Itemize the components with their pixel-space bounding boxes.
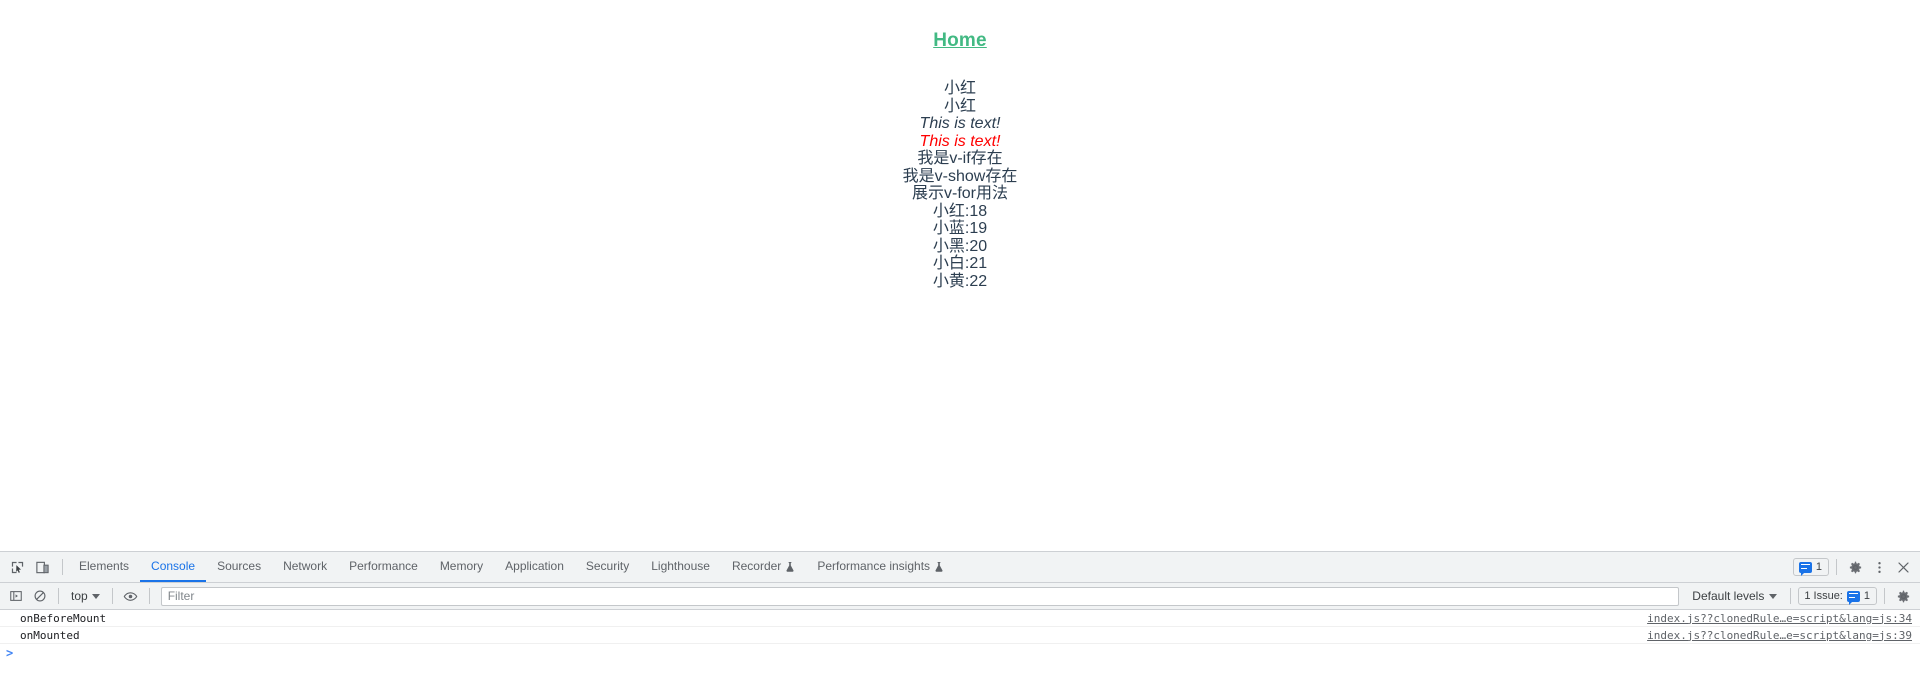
demo-content-block: 小红 小红 This is text! This is text! 我是v-if… xyxy=(0,80,1920,290)
tab-application[interactable]: Application xyxy=(494,552,575,582)
console-source-link[interactable]: index.js??clonedRule…e=script&lang=js:34 xyxy=(1647,612,1912,625)
tab-label: Application xyxy=(505,559,564,573)
console-message-row[interactable]: onBeforeMount index.js??clonedRule…e=scr… xyxy=(0,610,1920,627)
tab-label: Performance insights xyxy=(817,559,931,573)
toolbar-divider xyxy=(1836,559,1837,575)
console-sidebar-icon[interactable] xyxy=(5,585,27,607)
v-for-list: 小红:18 小蓝:19 小黑:20 小白:21 小黄:22 xyxy=(0,203,1920,291)
tab-label: Console xyxy=(151,559,196,573)
tab-performance-insights[interactable]: Performance insights xyxy=(806,552,955,582)
tab-lighthouse[interactable]: Lighthouse xyxy=(640,552,721,582)
tab-elements[interactable]: Elements xyxy=(68,552,140,582)
devtools-right-tools: 1 xyxy=(1792,552,1920,582)
text-line-v-for-title: 展示v-for用法 xyxy=(911,185,1008,202)
list-item: 小黑:20 xyxy=(932,237,988,255)
flask-icon xyxy=(785,561,795,573)
tab-label: Network xyxy=(283,559,328,573)
prompt-chevron-icon: > xyxy=(6,646,14,660)
tab-performance[interactable]: Performance xyxy=(338,552,429,582)
tab-label: Security xyxy=(585,559,630,573)
toolbar-divider xyxy=(58,588,59,604)
devtools-tab-list: Elements Console Sources Network Perform… xyxy=(68,552,1793,582)
messages-badge[interactable]: 1 xyxy=(1792,558,1829,576)
text-line-name-2: 小红 xyxy=(943,97,976,115)
list-item: 小蓝:19 xyxy=(932,220,988,237)
tab-label: Elements xyxy=(79,559,130,573)
tab-label: Performance xyxy=(349,559,418,573)
console-prompt-input[interactable] xyxy=(13,644,1920,662)
console-filter-input[interactable] xyxy=(160,586,1680,606)
tab-recorder[interactable]: Recorder xyxy=(721,552,806,582)
toolbar-divider xyxy=(1790,588,1792,604)
speech-bubble-icon xyxy=(1846,590,1860,605)
issues-label: 1 Issue: xyxy=(1804,590,1843,602)
speech-bubble-icon xyxy=(1798,561,1812,576)
device-toolbar-icon[interactable] xyxy=(31,556,53,578)
messages-badge-count: 1 xyxy=(1815,561,1822,573)
tab-security[interactable]: Security xyxy=(575,552,640,582)
text-line-v-if: 我是v-if存在 xyxy=(917,150,1003,167)
list-item: 小黄:22 xyxy=(932,272,988,290)
tab-memory[interactable]: Memory xyxy=(429,552,494,582)
console-message-list[interactable]: onBeforeMount index.js??clonedRule…e=scr… xyxy=(0,610,1920,674)
kebab-menu-icon[interactable] xyxy=(1868,556,1890,578)
tab-console[interactable]: Console xyxy=(140,552,207,582)
text-line-italic: This is text! xyxy=(919,115,1001,132)
navigation-bar: Home xyxy=(0,20,1920,60)
console-source-link[interactable]: index.js??clonedRule…e=script&lang=js:39 xyxy=(1647,629,1912,642)
flask-icon xyxy=(934,561,944,573)
list-item: 小白:21 xyxy=(932,255,988,272)
browser-window: Home 小红 小红 This is text! This is text! 我… xyxy=(0,0,1920,674)
clear-console-icon[interactable] xyxy=(29,585,51,607)
list-item: 小红:18 xyxy=(932,202,988,220)
toolbar-divider xyxy=(1884,588,1885,604)
page-viewport: Home 小红 小红 This is text! This is text! 我… xyxy=(0,0,1920,551)
console-settings-gear-icon[interactable] xyxy=(1892,585,1914,607)
console-prompt-row[interactable]: > xyxy=(0,644,1920,662)
tab-label: Memory xyxy=(439,559,484,573)
issues-button[interactable]: 1 Issue: 1 xyxy=(1798,587,1877,605)
tab-label: Recorder xyxy=(731,559,782,573)
devtools-panel: Elements Console Sources Network Perform… xyxy=(0,551,1920,674)
toolbar-divider xyxy=(111,588,113,604)
devtools-left-tools xyxy=(0,552,57,582)
log-levels-label: Default levels xyxy=(1692,589,1765,603)
devtools-tabbar: Elements Console Sources Network Perform… xyxy=(0,552,1920,583)
nav-link-home[interactable]: Home xyxy=(933,30,987,51)
log-levels-selector[interactable]: Default levels xyxy=(1686,588,1783,604)
toolbar-divider xyxy=(62,559,63,575)
vue-app-root: Home 小红 小红 This is text! This is text! 我… xyxy=(0,0,1920,290)
gear-icon[interactable] xyxy=(1844,556,1866,578)
text-line-v-show: 我是v-show存在 xyxy=(902,167,1018,185)
issues-count: 1 xyxy=(1863,590,1870,602)
console-message-row[interactable]: onMounted index.js??clonedRule…e=script&… xyxy=(0,627,1920,644)
console-toolbar: top Default levels 1 Issue: 1 xyxy=(0,583,1920,610)
tab-sources[interactable]: Sources xyxy=(206,552,272,582)
console-message-text: onMounted xyxy=(20,628,80,642)
live-expression-icon[interactable] xyxy=(120,585,142,607)
text-line-name-1: 小红 xyxy=(943,80,976,97)
text-line-italic-red: This is text! xyxy=(919,132,1001,150)
chevron-down-icon xyxy=(91,593,100,599)
chevron-down-icon xyxy=(1769,593,1778,599)
toolbar-divider xyxy=(148,588,150,604)
tab-label: Lighthouse xyxy=(651,559,710,573)
execution-context-selector[interactable]: top xyxy=(66,588,105,604)
execution-context-label: top xyxy=(71,589,88,603)
console-message-text: onBeforeMount xyxy=(20,611,107,625)
tab-label: Sources xyxy=(217,559,262,573)
tab-network[interactable]: Network xyxy=(272,552,338,582)
close-icon[interactable] xyxy=(1892,556,1914,578)
inspect-element-icon[interactable] xyxy=(6,556,28,578)
